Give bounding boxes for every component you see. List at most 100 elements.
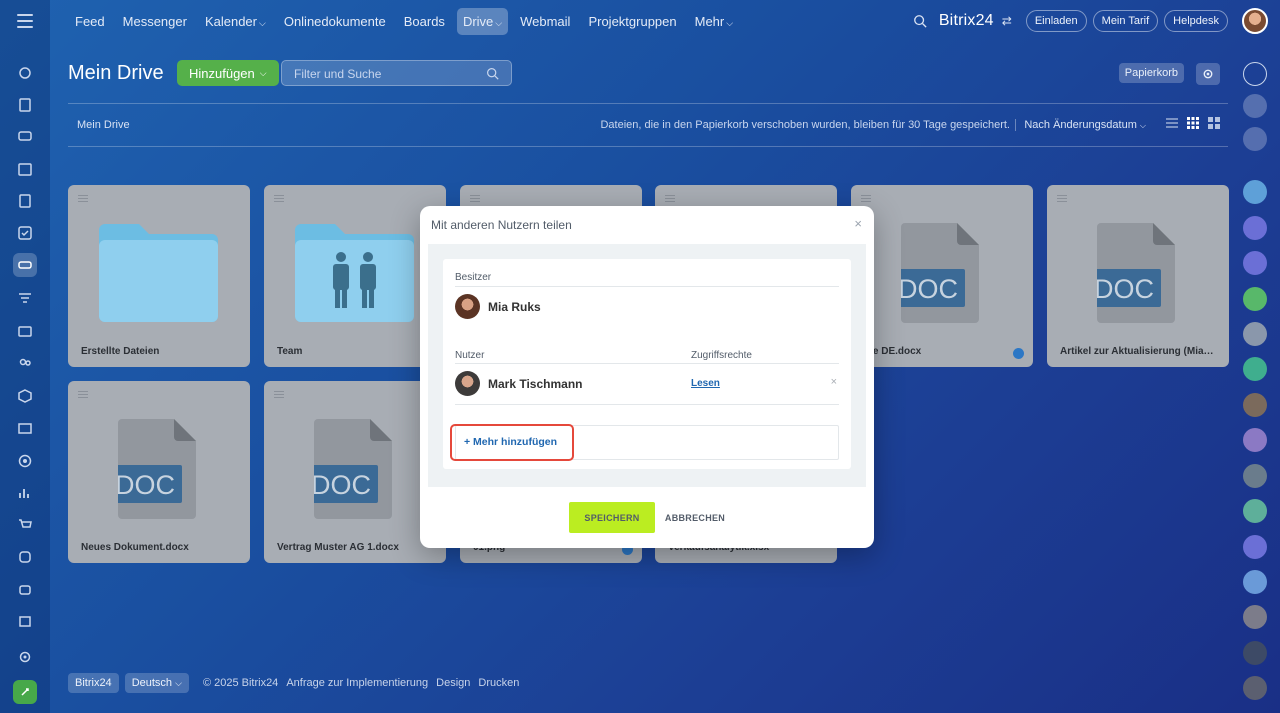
helpdesk-button[interactable]: Helpdesk bbox=[1164, 10, 1228, 32]
search-icon bbox=[487, 68, 499, 80]
cart-icon[interactable] bbox=[13, 513, 37, 537]
doc-label: DOC bbox=[1097, 274, 1154, 304]
contact-avatar[interactable] bbox=[1243, 464, 1267, 488]
file-card[interactable]: DOC Artikel zur Aktualisierung (Mia Fu..… bbox=[1047, 185, 1229, 367]
contact-avatar[interactable] bbox=[1243, 428, 1267, 452]
add-more-button[interactable]: + Mehr hinzufügen bbox=[450, 424, 574, 461]
drag-handle-icon[interactable] bbox=[1057, 195, 1067, 204]
chevron-down-icon: ⌵ bbox=[495, 17, 503, 28]
hexagon-icon[interactable] bbox=[13, 384, 37, 408]
breadcrumb[interactable]: Mein Drive bbox=[77, 119, 130, 131]
menu-icon[interactable] bbox=[17, 14, 33, 28]
search-icon[interactable] bbox=[913, 14, 927, 28]
activity-icon[interactable] bbox=[13, 61, 37, 85]
contact-avatar[interactable] bbox=[1243, 605, 1267, 629]
robot-icon[interactable] bbox=[13, 577, 37, 601]
trash-button[interactable]: Papierkorb bbox=[1118, 63, 1184, 83]
board-icon[interactable] bbox=[13, 417, 37, 441]
drag-handle-icon[interactable] bbox=[861, 195, 871, 204]
plan-button[interactable]: Mein Tarif bbox=[1092, 10, 1159, 32]
rights-dropdown[interactable]: Lesen bbox=[691, 378, 720, 389]
chevron-down-icon: ⌵ bbox=[175, 678, 182, 688]
tasks-icon[interactable] bbox=[13, 221, 37, 245]
drive-icon[interactable] bbox=[13, 253, 37, 277]
footer-link-implementation[interactable]: Anfrage zur Implementierung bbox=[286, 677, 428, 689]
rocket-icon[interactable] bbox=[13, 680, 37, 704]
analytics-icon[interactable] bbox=[13, 481, 37, 505]
contact-avatar[interactable] bbox=[1243, 570, 1267, 594]
nav-drive[interactable]: Drive ⌵ bbox=[456, 7, 509, 35]
file-card[interactable]: DOC ide DE.docx bbox=[851, 185, 1033, 367]
nav-boards[interactable]: Boards bbox=[398, 8, 451, 35]
nav-feed[interactable]: Feed bbox=[69, 8, 111, 35]
file-card[interactable]: DOC Neues Dokument.docx bbox=[68, 381, 250, 563]
footer-link-print[interactable]: Drucken bbox=[478, 677, 519, 689]
drag-handle-icon[interactable] bbox=[274, 391, 284, 400]
contact-avatar[interactable] bbox=[1243, 322, 1267, 346]
file-card[interactable]: DOC Vertrag Muster AG 1.docx bbox=[264, 381, 446, 563]
list-view-icon[interactable] bbox=[1166, 117, 1178, 129]
nav-calendar[interactable]: Kalender ⌵ bbox=[199, 8, 272, 35]
store-icon[interactable] bbox=[13, 545, 37, 569]
doc-file-icon: DOC bbox=[314, 419, 392, 519]
drag-handle-icon[interactable] bbox=[665, 195, 675, 204]
nav-projects[interactable]: Projektgruppen bbox=[582, 8, 682, 35]
mail-icon[interactable] bbox=[13, 319, 37, 343]
save-button[interactable]: SPEICHERN bbox=[569, 502, 655, 533]
toolbar: Mein Drive Dateien, die in den Papierkor… bbox=[68, 103, 1228, 147]
doc-label: DOC bbox=[901, 274, 958, 304]
column-header-rights: Zugriffsrechte bbox=[691, 350, 752, 361]
contact-avatar[interactable] bbox=[1243, 393, 1267, 417]
gear-icon[interactable] bbox=[1196, 63, 1220, 85]
add-button[interactable]: Hinzufügen ⌵ bbox=[177, 60, 279, 86]
contact-avatar[interactable] bbox=[1243, 216, 1267, 240]
drag-handle-icon[interactable] bbox=[470, 195, 480, 204]
search-input[interactable]: Filter und Suche bbox=[281, 60, 512, 86]
grid-view-icon[interactable] bbox=[1187, 117, 1199, 129]
invite-button[interactable]: Einladen bbox=[1025, 10, 1087, 32]
contact-avatar[interactable] bbox=[1243, 287, 1267, 311]
nav-more[interactable]: Mehr ⌵ bbox=[689, 8, 739, 35]
user-avatar[interactable] bbox=[1242, 8, 1268, 34]
contact-avatar[interactable] bbox=[1243, 535, 1267, 559]
contact-avatar[interactable] bbox=[1243, 641, 1267, 665]
language-selector[interactable]: Deutsch ⌵ bbox=[124, 673, 189, 693]
settings-icon[interactable] bbox=[13, 645, 37, 669]
cancel-button[interactable]: ABBRECHEN bbox=[660, 502, 730, 533]
switch-icon[interactable]: ⇄ bbox=[1002, 14, 1012, 28]
calendar-icon[interactable] bbox=[13, 157, 37, 181]
remove-user-icon[interactable]: × bbox=[831, 376, 837, 388]
building-icon[interactable] bbox=[13, 609, 37, 633]
tile-view-icon[interactable] bbox=[1208, 117, 1220, 129]
bell-icon[interactable] bbox=[1243, 62, 1267, 86]
dialog-title: Mit anderen Nutzern teilen bbox=[431, 218, 572, 232]
document-icon[interactable] bbox=[13, 189, 37, 213]
contact-avatar[interactable] bbox=[1243, 676, 1267, 700]
file-card[interactable]: Team bbox=[264, 185, 446, 367]
contact-avatar[interactable] bbox=[1243, 499, 1267, 523]
sort-dropdown[interactable]: Nach Änderungsdatum ⌵ bbox=[1015, 119, 1146, 131]
file-card[interactable]: Erstellte Dateien bbox=[68, 185, 250, 367]
nav-messenger[interactable]: Messenger bbox=[117, 8, 193, 35]
close-icon[interactable]: × bbox=[854, 216, 862, 231]
chat-icon[interactable] bbox=[13, 125, 37, 149]
footer-brand[interactable]: Bitrix24 bbox=[68, 673, 119, 693]
assistant-icon[interactable] bbox=[1243, 94, 1267, 118]
drag-handle-icon[interactable] bbox=[78, 391, 88, 400]
people-icon[interactable] bbox=[13, 352, 37, 376]
news-icon[interactable] bbox=[13, 93, 37, 117]
chat-bubble-icon[interactable] bbox=[1243, 180, 1267, 204]
doc-file-icon: DOC bbox=[1097, 223, 1175, 323]
target-icon[interactable] bbox=[13, 449, 37, 473]
filter-icon[interactable] bbox=[13, 286, 37, 310]
footer-link-design[interactable]: Design bbox=[436, 677, 470, 689]
contact-avatar[interactable] bbox=[1243, 357, 1267, 381]
copyright: © 2025 Bitrix24 bbox=[202, 677, 279, 689]
nav-online-docs[interactable]: Onlinedokumente bbox=[278, 8, 392, 35]
drag-handle-icon[interactable] bbox=[78, 195, 88, 204]
copilot-icon[interactable] bbox=[1243, 127, 1267, 151]
nav-webmail[interactable]: Webmail bbox=[514, 8, 576, 35]
drag-handle-icon[interactable] bbox=[274, 195, 284, 204]
contact-avatar[interactable] bbox=[1243, 251, 1267, 275]
share-panel: Besitzer Mia Ruks Nutzer Zugriffsrechte … bbox=[443, 259, 851, 469]
